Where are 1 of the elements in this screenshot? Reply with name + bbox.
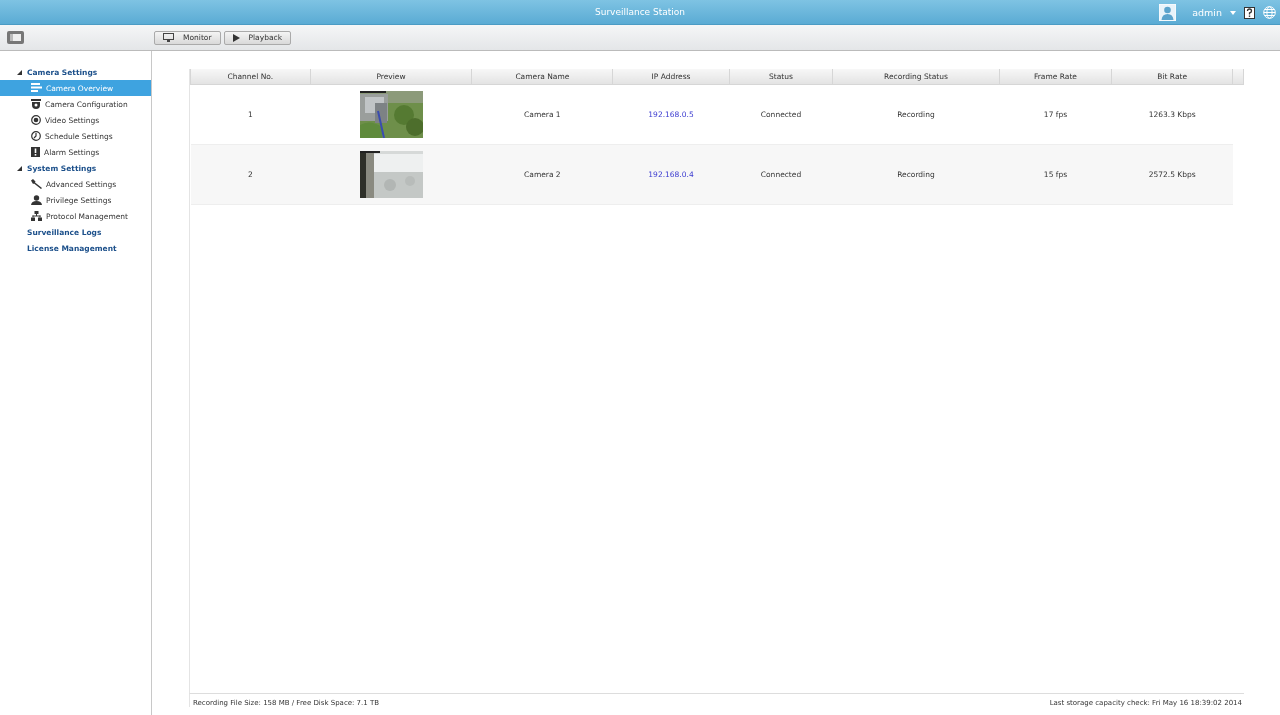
- window-title: Surveillance Station: [594, 7, 685, 17]
